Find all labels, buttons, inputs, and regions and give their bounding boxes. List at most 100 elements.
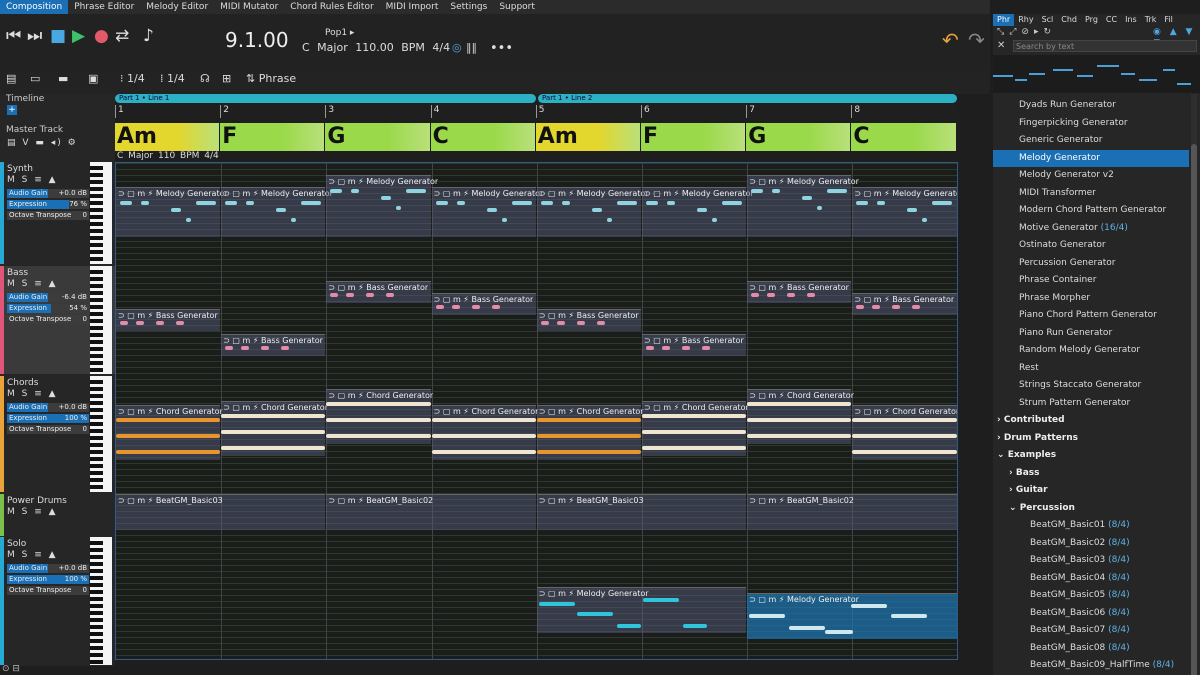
note[interactable] [646, 346, 654, 350]
note[interactable] [751, 189, 764, 193]
library-tab-chd[interactable]: Chd [1057, 14, 1081, 26]
track-controls[interactable]: M S ≡ ▲ [7, 175, 58, 185]
phrase-block[interactable]: ⊃ ▢ m ⚡ Chord Generator [536, 405, 644, 460]
phrase-block[interactable]: ⊃ ▢ m ⚡ Chord Generator [116, 405, 223, 460]
param-gain[interactable]: Audio Gain +0.0 dB [7, 564, 89, 573]
chord-block[interactable]: F [220, 123, 325, 151]
note[interactable] [431, 434, 536, 438]
param-expression[interactable]: Expression 76 % [7, 200, 89, 209]
layers-icon[interactable]: ▭ [30, 72, 40, 85]
phrase-block[interactable]: ⊃ ▢ m ⚡ Melody Generator [536, 587, 747, 633]
chord-block[interactable]: G [325, 123, 430, 151]
note[interactable] [538, 602, 575, 606]
add-icon[interactable]: + [7, 105, 17, 115]
menu-midi-import[interactable]: MIDI Import [380, 0, 445, 14]
note[interactable] [856, 305, 865, 309]
note[interactable] [141, 201, 149, 205]
circle-of-fifths-icon[interactable]: ◎ [452, 41, 462, 54]
track-header[interactable]: Bass M S ≡ ▲ Audio Gain -6.4 dB Expression 54… [0, 266, 115, 374]
note[interactable] [406, 189, 427, 193]
phrase-block[interactable]: ⊃ ▢ m ⚡ Bass Generator [536, 309, 641, 331]
note[interactable] [491, 305, 500, 309]
note[interactable] [540, 201, 553, 205]
note[interactable] [576, 612, 613, 616]
note[interactable] [682, 624, 707, 628]
category-item[interactable]: › Contributed [993, 412, 1189, 429]
note[interactable] [642, 598, 679, 602]
phrase-block[interactable]: ⊃ ▢ m ⚡ Melody Generator [536, 187, 649, 237]
note[interactable] [456, 201, 465, 205]
grid-snap-1[interactable]: ⁝ 1/4 [120, 72, 145, 85]
phrase-block[interactable]: ⊃ ▢ m ⚡ Melody Generator [747, 593, 957, 639]
library-tab-cc[interactable]: CC [1102, 14, 1121, 26]
piano-icon[interactable]: ⊞ [222, 72, 231, 85]
phrase-list-item[interactable]: Random Melody Generator [993, 342, 1189, 359]
beat-item[interactable]: BeatGM_Basic08 (8/4) [993, 640, 1189, 657]
part-bar-1[interactable]: Part 1 • Line 1 [115, 94, 536, 103]
phrase-block[interactable]: ⊃ ▢ m ⚡ Melody Generator [642, 187, 754, 237]
note[interactable] [576, 321, 585, 325]
skip-forward-icon[interactable]: ⏭ [27, 26, 42, 46]
note[interactable] [116, 434, 221, 438]
skip-back-icon[interactable]: ⏮ [6, 26, 21, 46]
note[interactable] [561, 201, 570, 205]
piano-keys[interactable] [90, 266, 112, 374]
status-icons[interactable]: ⊙ ⊟ [2, 664, 20, 674]
note[interactable] [767, 293, 776, 297]
param-expression[interactable]: Expression 100 % [7, 575, 89, 584]
note[interactable] [176, 321, 184, 325]
phrase-list-item[interactable]: Ostinato Generator [993, 237, 1189, 254]
chord-bars-icon[interactable]: ‖‖ [466, 41, 477, 54]
phrase-block[interactable]: ⊃ ▢ m ⚡ Bass Generator [221, 334, 326, 356]
phrase-block[interactable]: ⊃ ▢ m ⚡ Chord Generator [221, 401, 328, 456]
note[interactable] [556, 321, 565, 325]
stop-icon[interactable]: ■ [50, 26, 66, 46]
note[interactable] [642, 446, 747, 450]
chord-track[interactable]: Am F G C Am F G C [115, 123, 958, 151]
beat-item[interactable]: BeatGM_Basic06 (8/4) [993, 605, 1189, 622]
beat-item[interactable]: BeatGM_Basic02 (8/4) [993, 535, 1189, 552]
note[interactable] [662, 346, 670, 350]
menu-settings[interactable]: Settings [444, 0, 493, 14]
note[interactable] [326, 402, 431, 406]
note[interactable] [596, 321, 605, 325]
note[interactable] [196, 201, 216, 205]
toggle-icon[interactable]: ▬ [58, 72, 68, 85]
piano-keys[interactable] [90, 537, 112, 665]
menu-chord-rules-editor[interactable]: Chord Rules Editor [284, 0, 379, 14]
note[interactable] [856, 201, 869, 205]
note[interactable] [156, 321, 164, 325]
metronome-icon[interactable]: ♪ [143, 26, 154, 46]
track-controls[interactable]: M S ≡ ▲ [7, 279, 58, 289]
param-transpose[interactable]: Octave Transpose 0 [7, 425, 89, 434]
track-controls[interactable]: M S ≡ ▲ [7, 507, 58, 517]
note[interactable] [221, 446, 326, 450]
category-item[interactable]: ⌄ Examples [993, 447, 1189, 464]
library-tab-ins[interactable]: Ins [1121, 14, 1141, 26]
phrase-list-item[interactable]: Generic Generator [993, 132, 1189, 149]
library-scrollbar[interactable] [1191, 94, 1197, 675]
library-tab-rhy[interactable]: Rhy [1014, 14, 1037, 26]
note[interactable] [246, 201, 255, 205]
note[interactable] [787, 293, 796, 297]
more-options-icon[interactable]: ••• [490, 41, 513, 56]
phrase-block[interactable]: ⊃ ▢ m ⚡ Chord Generator [852, 405, 957, 460]
note[interactable] [540, 321, 549, 325]
track-header[interactable]: Chords M S ≡ ▲ Audio Gain +0.0 dB Expression… [0, 376, 115, 492]
search-input[interactable]: Search by text [1013, 40, 1197, 52]
arrangement-grid[interactable]: ⊃ ▢ m ⚡ Melody Generator ⊃ ▢ m ⚡ Melody G… [115, 162, 958, 660]
phrase-block[interactable]: ⊃ ▢ m ⚡ Melody Generator [221, 187, 333, 237]
phrase-block[interactable]: ⊃ ▢ m ⚡ Bass Generator [431, 293, 536, 315]
note[interactable] [431, 418, 536, 422]
note[interactable] [396, 206, 402, 210]
note[interactable] [351, 189, 360, 193]
library-tab-prg[interactable]: Prg [1081, 14, 1102, 26]
note[interactable] [281, 346, 290, 350]
note[interactable] [241, 346, 250, 350]
note[interactable] [852, 450, 957, 454]
note[interactable] [852, 418, 957, 422]
menu-melody-editor[interactable]: Melody Editor [140, 0, 214, 14]
note[interactable] [221, 414, 326, 418]
note[interactable] [712, 218, 717, 222]
phrase-list-item[interactable]: Piano Run Generator [993, 325, 1189, 342]
